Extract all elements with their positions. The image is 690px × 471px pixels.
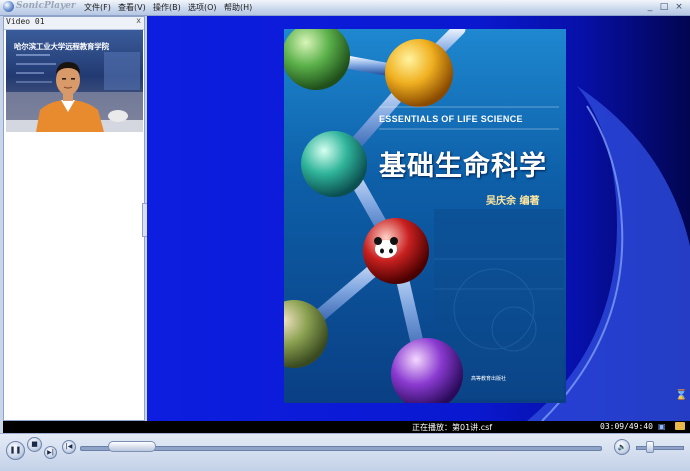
previous-button[interactable]: |◀ bbox=[62, 440, 76, 454]
main-display: ESSENTIALS OF LIFE SCIENCE 基础生命科学 吴庆余 编著… bbox=[147, 16, 690, 421]
playback-controls: ❚❚ ■ ▶| |◀ 🔈 bbox=[0, 433, 690, 471]
menu-view[interactable]: 查看(V) bbox=[118, 2, 146, 13]
app-logo-icon bbox=[3, 1, 14, 12]
seek-bar[interactable] bbox=[80, 446, 602, 451]
now-playing-text: 正在播放：第01讲.csf bbox=[412, 422, 492, 433]
book-title: 基础生命科学 bbox=[379, 151, 547, 182]
status-bar: 正在播放：第01讲.csf 03:09/49:40 ▣ bbox=[3, 421, 690, 433]
book-author: 吴庆余 编著 bbox=[486, 196, 540, 207]
now-playing-label: 正在播放 bbox=[412, 423, 444, 432]
book-subtitle: ESSENTIALS OF LIFE SCIENCE bbox=[379, 114, 523, 124]
speaker-icon: 🔈 bbox=[617, 443, 627, 451]
skip-previous-icon: |◀ bbox=[65, 443, 73, 450]
maximize-button[interactable]: □ bbox=[659, 2, 669, 12]
title-bar: SonicPlayer 文件(F) 查看(V) 操作(B) 选项(O) 帮助(H… bbox=[0, 0, 690, 16]
now-playing-separator: ： bbox=[444, 423, 452, 432]
minimize-button[interactable]: _ bbox=[645, 2, 655, 12]
book-cover-art bbox=[284, 29, 564, 403]
playback-time: 03:09/49:40 bbox=[600, 422, 653, 431]
menu-options[interactable]: 选项(O) bbox=[188, 2, 217, 13]
stop-button[interactable]: ■ bbox=[27, 437, 42, 452]
volume-slider[interactable] bbox=[636, 446, 684, 450]
seek-handle[interactable] bbox=[108, 441, 157, 452]
pause-button[interactable]: ❚❚ bbox=[6, 441, 25, 460]
instructor-video: 哈尔滨工业大学远程教育学院 bbox=[6, 30, 143, 132]
skip-next-icon: ▶| bbox=[47, 449, 54, 456]
stop-icon: ■ bbox=[31, 440, 38, 448]
now-playing-file: 第01讲.csf bbox=[452, 423, 493, 432]
close-button[interactable]: × bbox=[674, 2, 684, 12]
next-button[interactable]: ▶| bbox=[44, 446, 57, 459]
menu-operate[interactable]: 操作(B) bbox=[153, 2, 181, 13]
display-mode-icon[interactable]: ▣ bbox=[658, 422, 667, 431]
app-title: SonicPlayer bbox=[16, 1, 76, 11]
pause-icon: ❚❚ bbox=[9, 446, 22, 454]
menu-file[interactable]: 文件(F) bbox=[84, 2, 111, 13]
hourglass-icon: ⌛ bbox=[675, 390, 688, 401]
video-panel-close-button[interactable]: x bbox=[136, 16, 141, 25]
video-panel-title: Video 01 bbox=[6, 17, 45, 26]
book-publisher: 高等教育出版社 bbox=[471, 376, 507, 382]
video-panel-header: Video 01 x bbox=[4, 16, 144, 30]
mute-button[interactable]: 🔈 bbox=[614, 439, 630, 455]
menu-help[interactable]: 帮助(H) bbox=[224, 2, 252, 13]
book-cover: ESSENTIALS OF LIFE SCIENCE 基础生命科学 吴庆余 编著… bbox=[284, 29, 566, 403]
volume-handle[interactable] bbox=[646, 441, 654, 453]
playlist-panel: Video 01 x 哈尔滨工业大学远程教育学院 bbox=[3, 16, 145, 421]
video-caption: 哈尔滨工业大学远程教育学院 bbox=[14, 42, 109, 51]
open-folder-icon[interactable] bbox=[675, 422, 685, 430]
